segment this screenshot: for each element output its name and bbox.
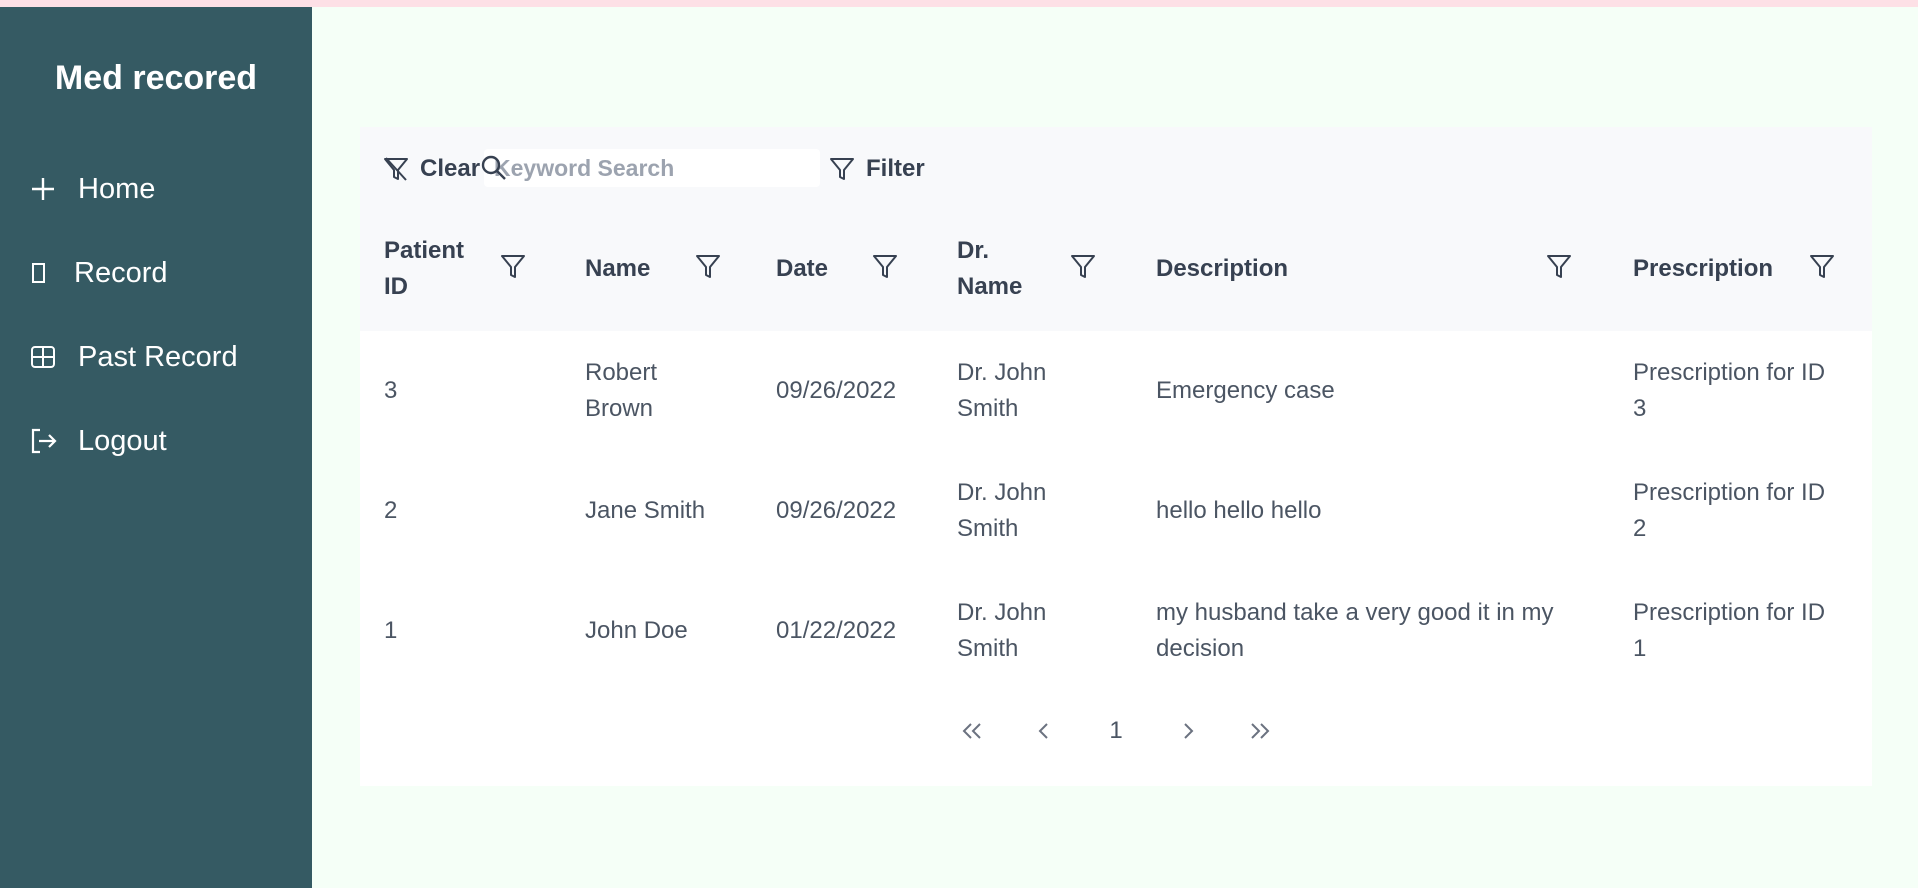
search-icon [480, 154, 508, 182]
cell-text: Dr. John [957, 479, 1047, 506]
last-page-button[interactable] [1242, 713, 1278, 749]
plus-icon [30, 175, 58, 203]
column-header-label: Description [1156, 255, 1289, 282]
double-chevron-right-icon [1249, 722, 1271, 740]
search-input[interactable] [484, 149, 820, 187]
cell-prescription: Prescription for ID 2 [1633, 451, 1825, 571]
column-header-label: Name [585, 255, 651, 282]
cell-name: Jane Smith [585, 451, 705, 571]
table-row[interactable]: 1 John Doe 01/22/2022 Dr. John Smith my h… [360, 571, 1872, 691]
cell-prescription: Prescription for ID 1 [1633, 571, 1825, 691]
sidebar-item-label: Logout [78, 424, 167, 457]
sidebar-item-logout[interactable]: Logout [30, 419, 167, 463]
chevron-left-icon [1037, 722, 1051, 740]
cell-text: Dr. John [957, 359, 1047, 386]
top-accent-bar [0, 0, 1918, 7]
cell-patient-id: 2 [384, 497, 398, 524]
cell-text: 3 [1633, 395, 1647, 422]
cell-description: my husband take a very good it in my deci… [1156, 571, 1554, 691]
sidebar-item-home[interactable]: Home [30, 167, 155, 211]
cell-date: 09/26/2022 [776, 497, 897, 524]
column-header-name[interactable]: Name [585, 207, 745, 331]
sidebar-item-record[interactable]: Record [30, 251, 168, 295]
cell-prescription: Prescription for ID 3 [1633, 331, 1825, 451]
sidebar-item-past-record[interactable]: Past Record [30, 335, 238, 379]
cell-text: Prescription for ID [1633, 479, 1826, 506]
cell-text: John Doe [585, 617, 688, 644]
cell-text: Prescription for ID [1633, 599, 1826, 626]
column-filter-icon[interactable] [1809, 253, 1835, 281]
cell-text: Prescription for ID [1633, 359, 1826, 386]
cell-text: Smith [957, 635, 1019, 662]
sidebar-item-label: Past Record [78, 340, 238, 373]
column-header-description[interactable]: Description [1156, 207, 1576, 331]
chevron-right-icon [1181, 722, 1195, 740]
column-filter-icon[interactable] [872, 253, 898, 281]
cell-text: hello hello hello [1156, 497, 1322, 524]
column-filter-icon[interactable] [1546, 253, 1572, 281]
table-icon [30, 343, 58, 371]
records-table-panel: Clear Filter Patient ID Name [360, 127, 1872, 786]
prev-page-button[interactable] [1026, 713, 1062, 749]
cell-text: Emergency case [1156, 377, 1335, 404]
cell-dr-name: Dr. John Smith [957, 451, 1046, 571]
clear-button-label: Clear [420, 155, 481, 182]
cell-text: Brown [585, 395, 654, 422]
column-header-date[interactable]: Date [776, 207, 926, 331]
column-header-label: Patient [384, 237, 465, 264]
cell-text: Dr. John [957, 599, 1047, 626]
cell-patient-id: 3 [384, 377, 398, 404]
cell-text: 2 [1633, 515, 1647, 542]
column-header-patient-id[interactable]: Patient ID [384, 207, 554, 331]
double-chevron-left-icon [961, 722, 983, 740]
column-filter-icon[interactable] [500, 253, 526, 281]
column-header-label: Date [776, 255, 829, 282]
column-header-label: Dr. [957, 237, 990, 264]
cell-date: 01/22/2022 [776, 617, 897, 644]
cell-text: Robert [585, 359, 658, 386]
cell-text: decision [1156, 635, 1245, 662]
column-filter-icon[interactable] [695, 253, 721, 281]
cell-text: my husband take a very good it in my [1156, 599, 1554, 626]
rectangle-icon [30, 259, 58, 287]
cell-description: hello hello hello [1156, 451, 1321, 571]
cell-date: 09/26/2022 [776, 377, 897, 404]
column-header-label: Prescription [1633, 255, 1774, 282]
filter-button-label: Filter [866, 155, 925, 182]
next-page-button[interactable] [1170, 713, 1206, 749]
pagination: 1 [360, 713, 1872, 749]
sidebar-item-label: Home [78, 172, 156, 205]
sidebar-item-label: Record [74, 256, 168, 289]
page-number-button[interactable]: 1 [1098, 713, 1134, 749]
cell-text: Smith [957, 515, 1019, 542]
cell-text: 1 [1633, 635, 1647, 662]
table-header: Patient ID Name Date Dr. Name Descriptio… [360, 207, 1872, 331]
column-header-label: Name [957, 273, 1023, 300]
cell-description: Emergency case [1156, 331, 1335, 451]
clear-filter-button[interactable]: Clear [382, 153, 480, 185]
cell-dr-name: Dr. John Smith [957, 331, 1046, 451]
cell-name: Robert Brown [585, 331, 657, 451]
column-header-prescription[interactable]: Prescription [1633, 207, 1853, 331]
first-page-button[interactable] [954, 713, 990, 749]
filter-slash-icon [382, 155, 410, 183]
table-row[interactable]: 3 Robert Brown 09/26/2022 Dr. John Smith E… [360, 331, 1872, 451]
table-row[interactable]: 2 Jane Smith 09/26/2022 Dr. John Smith he… [360, 451, 1872, 571]
filter-button[interactable]: Filter [828, 153, 925, 185]
table-toolbar: Clear Filter [360, 127, 1872, 207]
sidebar: Med recored Home Record Past Record Logo… [0, 7, 312, 888]
search-field [484, 149, 820, 187]
cell-name: John Doe [585, 571, 688, 691]
filter-icon [828, 155, 856, 183]
cell-text: Jane Smith [585, 497, 706, 524]
cell-dr-name: Dr. John Smith [957, 571, 1046, 691]
column-header-label: ID [384, 273, 408, 300]
column-header-dr-name[interactable]: Dr. Name [957, 207, 1127, 331]
column-filter-icon[interactable] [1070, 253, 1096, 281]
cell-patient-id: 1 [384, 617, 398, 644]
cell-text: Smith [957, 395, 1019, 422]
app-brand: Med recored [54, 59, 258, 97]
sign-out-icon [30, 427, 58, 455]
